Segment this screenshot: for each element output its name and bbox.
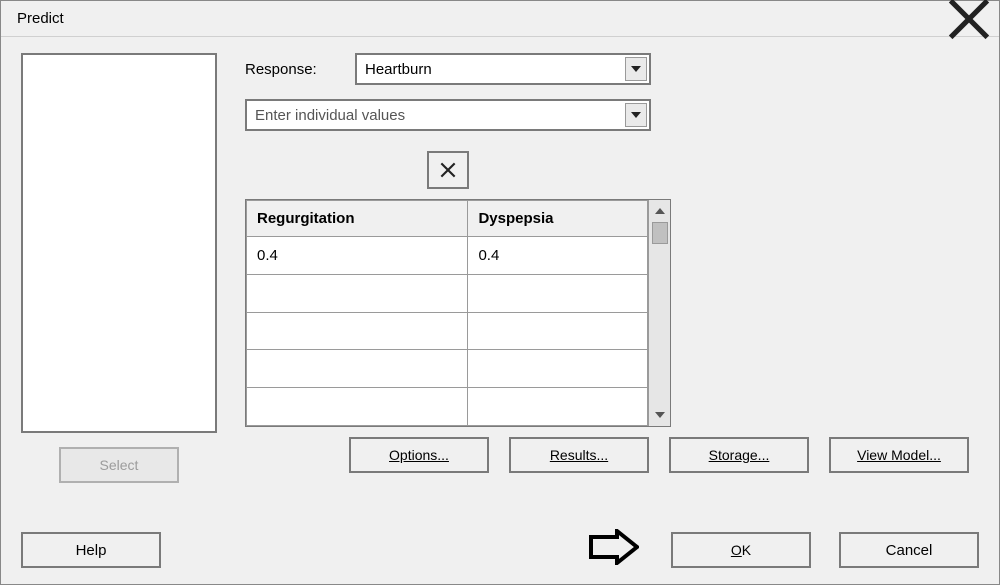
help-button[interactable]: Help — [21, 532, 161, 568]
remove-row — [245, 151, 651, 189]
response-selected-value: Heartburn — [365, 61, 641, 78]
values-row: Enter individual values — [245, 99, 979, 131]
close-button[interactable] — [947, 4, 991, 34]
table-cell[interactable] — [247, 312, 468, 350]
predict-dialog: Predict Select Response: Heartburn — [0, 0, 1000, 585]
response-label: Response: — [245, 61, 355, 78]
table-row[interactable] — [247, 388, 648, 426]
table-cell[interactable] — [247, 274, 468, 312]
right-column: Response: Heartburn Enter individual val… — [245, 49, 979, 514]
chevron-down-icon — [631, 112, 641, 118]
chevron-down-icon — [655, 412, 665, 418]
table-row[interactable] — [247, 274, 648, 312]
remove-button[interactable] — [427, 151, 469, 189]
table-cell[interactable] — [247, 350, 468, 388]
scroll-up-button[interactable] — [649, 200, 670, 222]
scroll-thumb[interactable] — [652, 222, 668, 244]
chevron-up-icon — [655, 208, 665, 214]
bottom-left: Help — [21, 532, 161, 568]
table-cell[interactable]: 0.4 — [247, 237, 468, 275]
x-icon — [440, 162, 456, 178]
titlebar: Predict — [1, 1, 999, 37]
cancel-button[interactable]: Cancel — [839, 532, 979, 568]
left-column: Select — [21, 49, 217, 514]
view-model-button[interactable]: View Model... — [829, 437, 969, 473]
window-title: Predict — [17, 10, 64, 27]
values-dropdown-button[interactable] — [625, 103, 647, 127]
table-cell[interactable] — [468, 312, 648, 350]
scroll-down-button[interactable] — [649, 404, 670, 426]
results-button[interactable]: Results... — [509, 437, 649, 473]
chevron-down-icon — [631, 66, 641, 72]
options-button[interactable]: Options... — [349, 437, 489, 473]
values-grid: Regurgitation Dyspepsia 0.4 0.4 — [245, 199, 671, 427]
table-cell[interactable] — [468, 388, 648, 426]
bottom-right: OK Cancel — [671, 532, 979, 568]
table-cell[interactable]: 0.4 — [468, 237, 648, 275]
variables-listbox[interactable] — [21, 53, 217, 433]
table-cell[interactable] — [247, 388, 468, 426]
ok-button[interactable]: OK — [671, 532, 811, 568]
column-header-dyspepsia[interactable]: Dyspepsia — [468, 201, 648, 237]
table-cell[interactable] — [468, 350, 648, 388]
select-button: Select — [59, 447, 179, 483]
values-table[interactable]: Regurgitation Dyspepsia 0.4 0.4 — [246, 200, 648, 426]
table-row[interactable]: 0.4 0.4 — [247, 237, 648, 275]
column-header-regurgitation[interactable]: Regurgitation — [247, 201, 468, 237]
values-placeholder-text: Enter individual values — [255, 107, 641, 124]
arrow-annotation-icon — [587, 529, 639, 568]
table-row[interactable] — [247, 312, 648, 350]
table-scrollbar[interactable] — [648, 200, 670, 426]
table-row[interactable] — [247, 350, 648, 388]
response-row: Response: Heartburn — [245, 53, 979, 85]
table-cell[interactable] — [468, 274, 648, 312]
action-button-row: Options... Results... Storage... View Mo… — [245, 437, 979, 473]
response-dropdown-button[interactable] — [625, 57, 647, 81]
storage-button[interactable]: Storage... — [669, 437, 809, 473]
close-icon — [947, 0, 991, 41]
response-dropdown[interactable]: Heartburn — [355, 53, 651, 85]
upper-panel: Select Response: Heartburn Enter individ… — [21, 49, 979, 514]
bottom-row: Help OK Cancel — [21, 532, 979, 568]
values-dropdown[interactable]: Enter individual values — [245, 99, 651, 131]
content-area: Select Response: Heartburn Enter individ… — [1, 37, 999, 584]
